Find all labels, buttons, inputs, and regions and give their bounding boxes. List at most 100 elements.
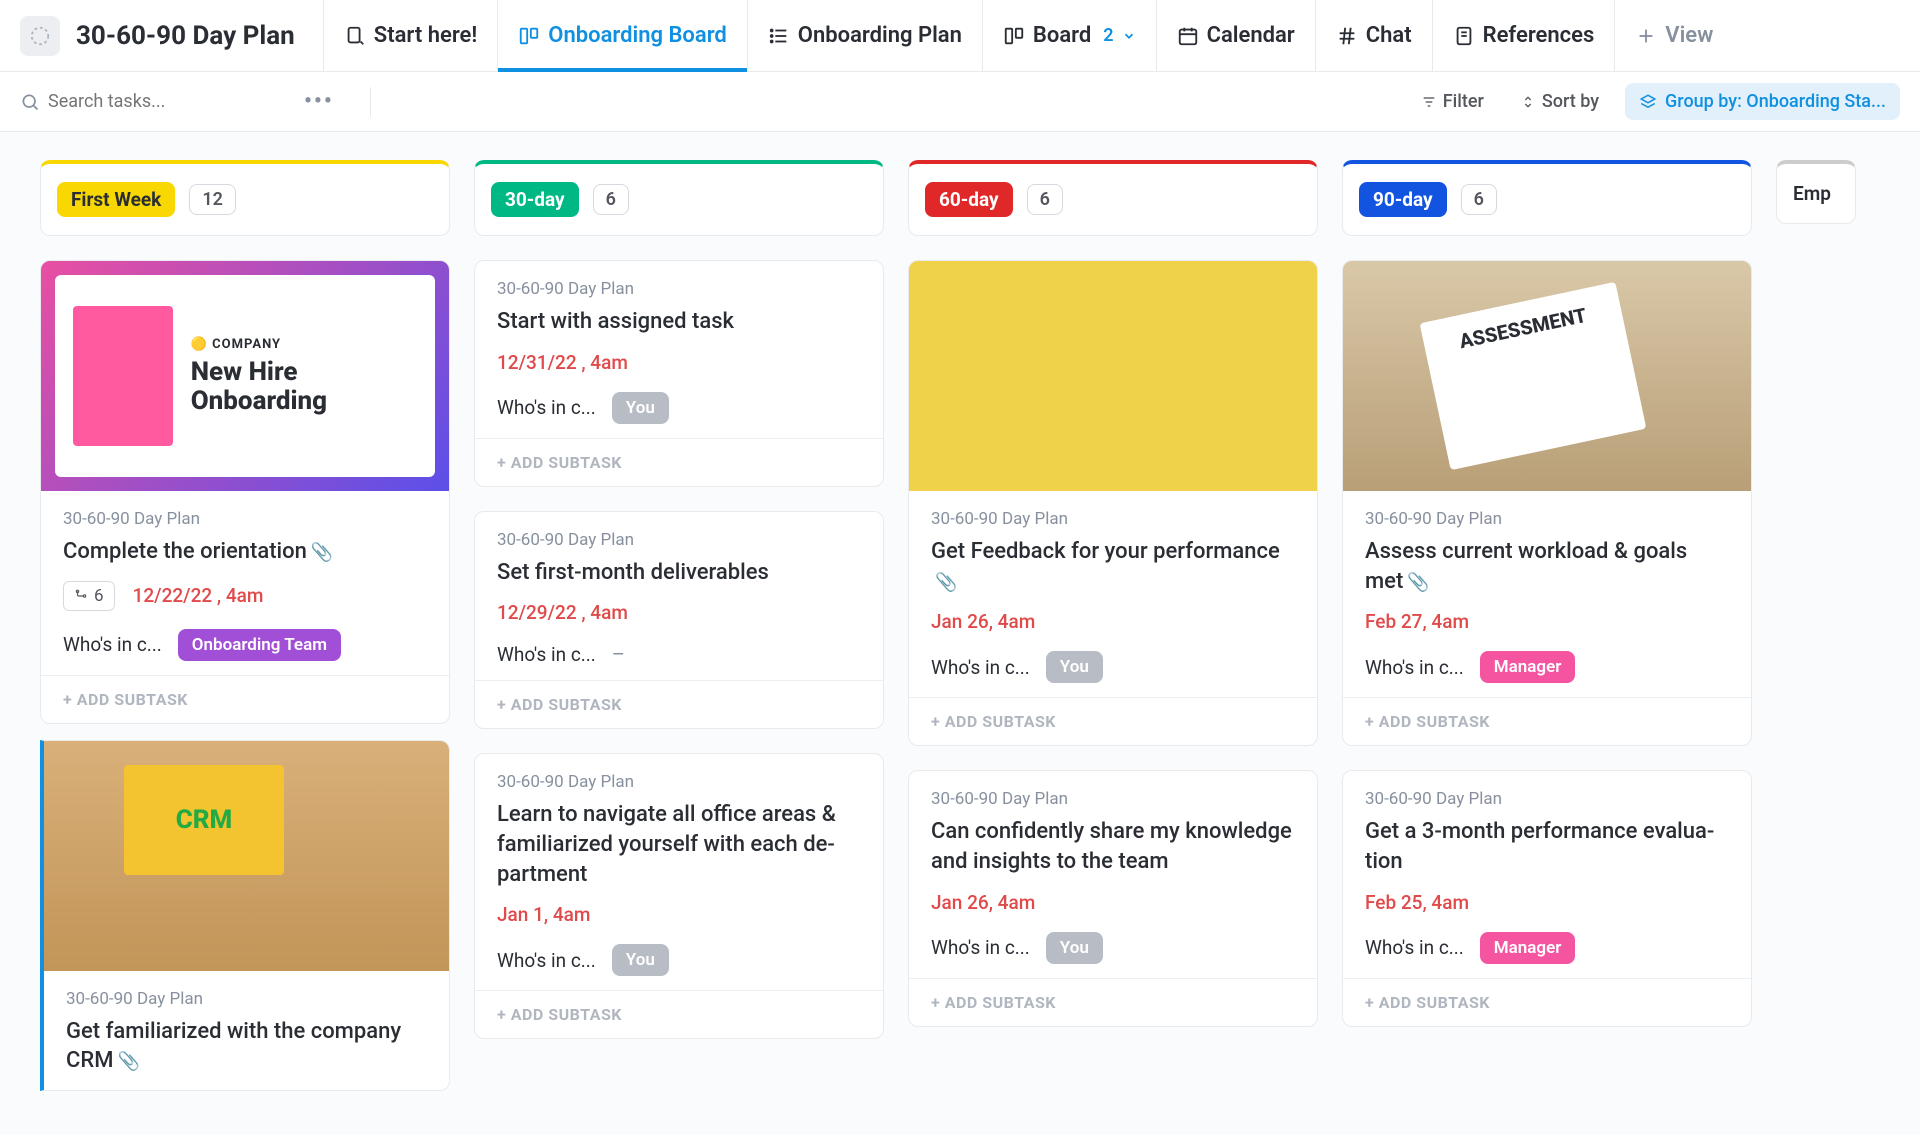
tab-add-view[interactable]: View — [1614, 0, 1733, 71]
board-pin-icon — [518, 25, 540, 47]
add-subtask-button[interactable]: + ADD SUBTASK — [475, 990, 883, 1038]
due-date: 12/29/22 , 4am — [497, 601, 628, 624]
more-options[interactable]: ••• — [304, 89, 334, 114]
workspace-icon[interactable] — [20, 16, 60, 56]
assignee-empty: – — [612, 642, 625, 666]
board-icon — [1003, 25, 1025, 47]
card-list-name: 30-60-90 Day Plan — [1365, 509, 1729, 529]
card-title: Assess current workload & goals met📎 — [1365, 537, 1729, 596]
assignee-pill[interactable]: You — [612, 944, 669, 976]
due-date: 12/31/22 , 4am — [497, 351, 628, 374]
card[interactable]: 30-60-90 Day Plan Get a 3-month performa… — [1342, 770, 1752, 1026]
card-title: Set first-month deliverables — [497, 558, 861, 588]
who-label: Who's in c... — [931, 656, 1030, 679]
tab-board-badge: 2 — [1103, 25, 1113, 46]
doc-icon — [1453, 25, 1475, 47]
attachment-icon: 📎 — [935, 572, 957, 593]
card[interactable]: 30-60-90 Day Plan Can confidently share … — [908, 770, 1318, 1026]
stage-count: 12 — [189, 184, 236, 215]
board: First Week 12 🟡 COMPANY New Hire Onboard… — [0, 132, 1920, 1119]
card-title: Get Feedback for your performance📎 — [931, 537, 1295, 596]
column-header[interactable]: 30-day 6 — [474, 160, 884, 236]
card[interactable]: ASSESSMENT 30-60-90 Day Plan Assess curr… — [1342, 260, 1752, 746]
add-subtask-button[interactable]: + ADD SUBTASK — [475, 438, 883, 486]
column-first-week: First Week 12 🟡 COMPANY New Hire Onboard… — [40, 160, 450, 1091]
assignee-pill[interactable]: You — [1046, 932, 1103, 964]
filter-button[interactable]: Filter — [1411, 85, 1494, 118]
who-label: Who's in c... — [497, 949, 596, 972]
card[interactable]: 30-60-90 Day Plan Start with assigned ta… — [474, 260, 884, 487]
card-title: Can confidently share my knowl­edge and … — [931, 817, 1295, 876]
assignee-pill[interactable]: You — [1046, 651, 1103, 683]
due-date: Feb 25, 4am — [1365, 891, 1469, 914]
who-label: Who's in c... — [1365, 936, 1464, 959]
calendar-icon — [1177, 25, 1199, 47]
tab-onboarding-board[interactable]: Onboarding Board — [497, 0, 747, 71]
nav-tabs: Start here! Onboarding Board Onboarding … — [323, 0, 1734, 71]
card-title: Get familiarized with the company CRM📎 — [66, 1017, 427, 1076]
card[interactable]: 30-60-90 Day Plan Set first-month delive… — [474, 511, 884, 730]
who-label: Who's in c... — [931, 936, 1030, 959]
due-date: 12/22/22 , 4am — [133, 584, 264, 607]
add-subtask-button[interactable]: + ADD SUBTASK — [41, 675, 449, 723]
card-title: Start with assigned task — [497, 307, 861, 337]
search-input[interactable] — [48, 91, 248, 112]
stage-pill: 30-day — [491, 182, 579, 217]
filter-icon — [1421, 94, 1437, 110]
card-list-name: 30-60-90 Day Plan — [497, 530, 861, 550]
column-header[interactable]: 60-day 6 — [908, 160, 1318, 236]
assignee-pill[interactable]: Manager — [1480, 651, 1576, 683]
assignee-pill[interactable]: Onboarding Team — [178, 629, 341, 661]
stage-pill: 90-day — [1359, 182, 1447, 217]
card-title: Get a 3-month performance evalua­tion — [1365, 817, 1729, 876]
layers-icon — [1639, 93, 1657, 111]
add-subtask-button[interactable]: + ADD SUBTASK — [909, 978, 1317, 1026]
card-cover: ASSESSMENT — [1343, 261, 1751, 491]
subtask-count[interactable]: 6 — [63, 581, 115, 611]
add-subtask-button[interactable]: + ADD SUBTASK — [475, 680, 883, 728]
sort-button[interactable]: Sort by — [1510, 85, 1609, 118]
card[interactable]: 🟡 COMPANY New Hire Onboarding 30-60-90 D… — [40, 260, 450, 724]
due-date: Jan 26, 4am — [931, 891, 1035, 914]
tab-references[interactable]: References — [1432, 0, 1615, 71]
attachment-icon: 📎 — [1407, 572, 1429, 593]
card-list-name: 30-60-90 Day Plan — [63, 509, 427, 529]
card[interactable]: CRM 30-60-90 Day Plan Get familiarized w… — [40, 740, 450, 1091]
assignee-pill[interactable]: You — [612, 392, 669, 424]
toolbar: ••• Filter Sort by Group by: Onboarding … — [0, 72, 1920, 132]
card-list-name: 30-60-90 Day Plan — [66, 989, 427, 1009]
who-label: Who's in c... — [497, 396, 596, 419]
column-header[interactable]: 90-day 6 — [1342, 160, 1752, 236]
groupby-button[interactable]: Group by: Onboarding Sta... — [1625, 83, 1900, 120]
stage-count: 6 — [593, 184, 629, 215]
add-subtask-button[interactable]: + ADD SUBTASK — [1343, 697, 1751, 745]
card-list-name: 30-60-90 Day Plan — [497, 279, 861, 299]
card[interactable]: 30-60-90 Day Plan Get Feedback for your … — [908, 260, 1318, 746]
due-date: Jan 26, 4am — [931, 610, 1035, 633]
stage-pill: First Week — [57, 182, 175, 217]
plus-icon — [1635, 25, 1657, 47]
assignee-pill[interactable]: Manager — [1480, 932, 1576, 964]
card-list-name: 30-60-90 Day Plan — [497, 772, 861, 792]
attachment-icon: 📎 — [117, 1051, 139, 1072]
card[interactable]: 30-60-90 Day Plan Learn to navigate all … — [474, 753, 884, 1039]
column-header[interactable]: Emp — [1776, 160, 1856, 224]
search[interactable] — [20, 91, 248, 112]
column-partial: Emp — [1776, 160, 1856, 1091]
card-cover: CRM — [44, 741, 449, 971]
sort-icon — [1520, 94, 1536, 110]
due-date: Jan 1, 4am — [497, 903, 590, 926]
who-label: Who's in c... — [63, 633, 162, 656]
list-icon — [768, 25, 790, 47]
subtask-icon — [74, 589, 88, 603]
tab-calendar[interactable]: Calendar — [1156, 0, 1315, 71]
chevron-down-icon — [1122, 25, 1136, 47]
add-subtask-button[interactable]: + ADD SUBTASK — [909, 697, 1317, 745]
add-subtask-button[interactable]: + ADD SUBTASK — [1343, 978, 1751, 1026]
tab-onboarding-plan[interactable]: Onboarding Plan — [747, 0, 982, 71]
tab-chat[interactable]: Chat — [1315, 0, 1432, 71]
column-header[interactable]: First Week 12 — [40, 160, 450, 236]
tab-board[interactable]: Board 2 — [982, 0, 1156, 71]
divider — [370, 87, 371, 117]
tab-start-here[interactable]: Start here! — [323, 0, 498, 71]
